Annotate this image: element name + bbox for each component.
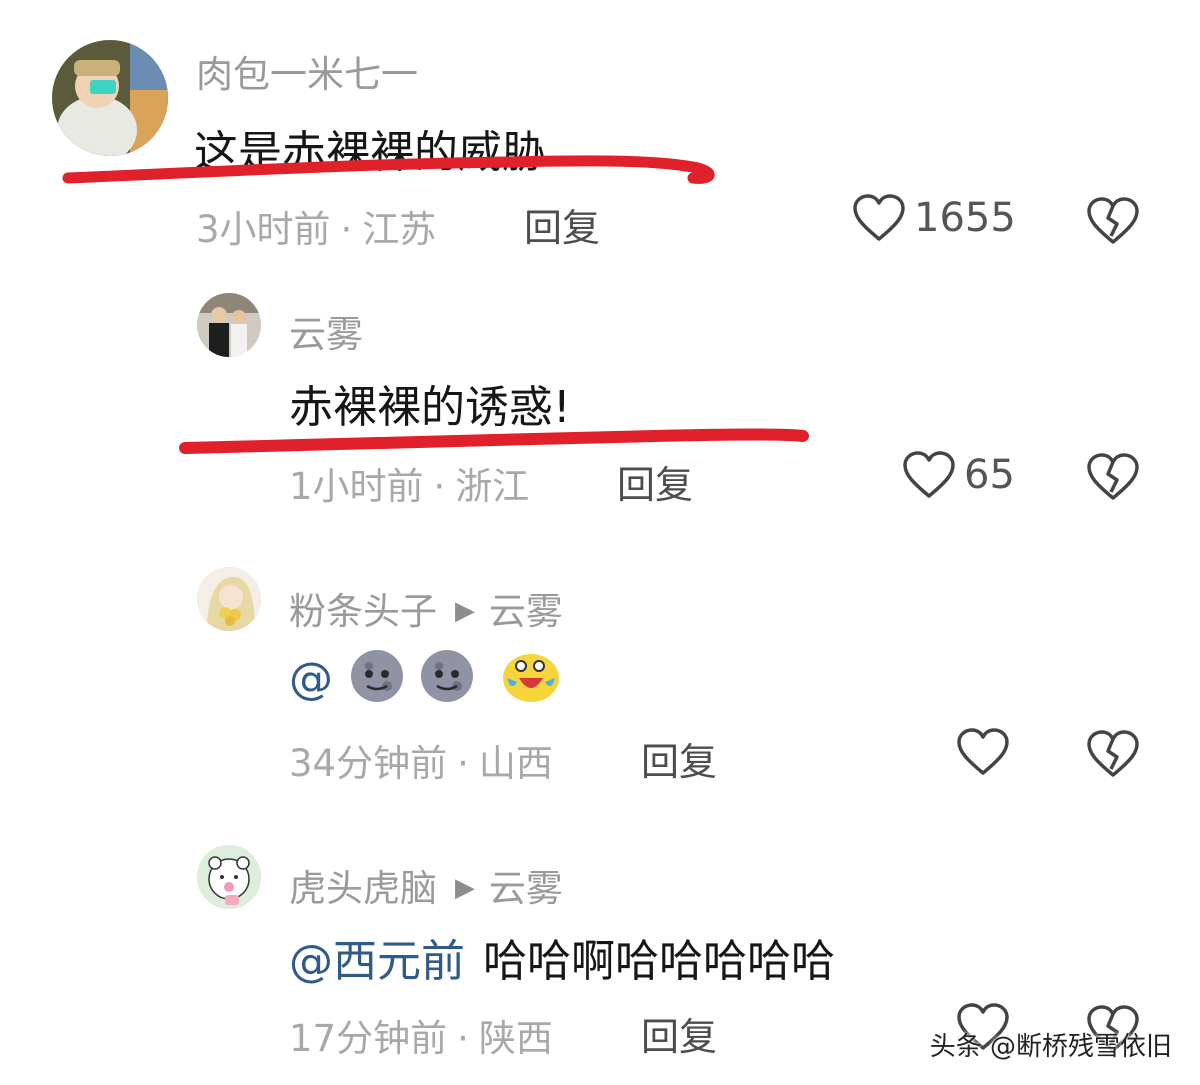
- separator-dot: ·: [457, 1017, 469, 1060]
- broken-heart-icon: [1086, 197, 1140, 250]
- comment-meta: 34分钟前 · 山西: [289, 733, 553, 787]
- avatar-image: [197, 845, 261, 909]
- reply-target[interactable]: 云雾: [489, 590, 563, 633]
- reply-button[interactable]: 回复: [524, 197, 600, 252]
- heart-icon: [902, 450, 956, 500]
- comment-text: @西元前 哈哈啊哈哈哈哈哈: [289, 925, 835, 989]
- like-button[interactable]: 65: [902, 450, 1015, 500]
- reply-arrow-icon: ▶: [455, 595, 475, 626]
- avatar[interactable]: [197, 845, 261, 909]
- comment-body: 哈哈啊哈哈哈哈哈: [483, 936, 835, 987]
- mention-link[interactable]: @西元前: [289, 936, 465, 987]
- comment-meta: 17分钟前 · 陕西: [289, 1008, 553, 1062]
- username[interactable]: 云雾: [289, 304, 363, 358]
- reply-target[interactable]: 云雾: [489, 867, 563, 910]
- location: 山西: [478, 742, 553, 785]
- timestamp: 17分钟前: [289, 1017, 448, 1060]
- heart-icon: [956, 727, 1010, 777]
- avatar[interactable]: [52, 40, 168, 156]
- moon-face-emoji: [419, 648, 475, 715]
- like-button[interactable]: 1655: [852, 193, 1016, 243]
- separator-dot: ·: [340, 208, 353, 251]
- comment-text: 这是赤裸裸的威胁: [194, 127, 546, 178]
- username: 虎头虎脑 ▶ 云雾: [289, 858, 563, 912]
- comment-text: @: [289, 648, 561, 715]
- comment-meta: 3小时前 · 江苏: [196, 199, 436, 253]
- like-count: 1655: [914, 195, 1016, 241]
- dislike-button[interactable]: [1086, 196, 1140, 250]
- comment-meta: 1小时前 · 浙江: [289, 456, 529, 510]
- reply-button[interactable]: 回复: [641, 731, 717, 786]
- username: 粉条头子 ▶ 云雾: [289, 581, 563, 635]
- broken-heart-icon: [1086, 730, 1140, 783]
- watermark: 头条 @断桥残雪依旧: [929, 1032, 1172, 1062]
- timestamp: 3小时前: [196, 208, 331, 251]
- mention-link[interactable]: @: [289, 654, 333, 705]
- broken-heart-icon: [1086, 453, 1140, 506]
- reply-arrow-icon: ▶: [455, 872, 475, 903]
- avatar[interactable]: [197, 567, 261, 631]
- reply-button[interactable]: 回复: [617, 454, 693, 509]
- separator-dot: ·: [457, 742, 469, 785]
- reply-author[interactable]: 粉条头子: [289, 590, 437, 633]
- like-count: 65: [964, 452, 1015, 498]
- dislike-button[interactable]: [1086, 452, 1140, 506]
- moon-face-emoji: [349, 648, 405, 715]
- timestamp: 34分钟前: [289, 742, 448, 785]
- location: 陕西: [478, 1017, 553, 1060]
- avatar-image: [197, 567, 261, 631]
- avatar-image: [197, 293, 261, 357]
- like-button[interactable]: [956, 727, 1010, 777]
- reply-button[interactable]: 回复: [641, 1006, 717, 1061]
- avatar-image: [52, 40, 168, 156]
- timestamp: 1小时前: [289, 465, 424, 508]
- dislike-button[interactable]: [1086, 729, 1140, 783]
- avatar[interactable]: [197, 293, 261, 357]
- location: 江苏: [362, 208, 437, 251]
- reply-author[interactable]: 虎头虎脑: [289, 867, 437, 910]
- separator-dot: ·: [433, 465, 446, 508]
- heart-icon: [852, 193, 906, 243]
- crying-laughing-emoji: [501, 648, 561, 715]
- username[interactable]: 肉包一米七一: [196, 44, 418, 98]
- location: 浙江: [455, 465, 530, 508]
- comment-text: 赤裸裸的诱惑!: [289, 382, 571, 433]
